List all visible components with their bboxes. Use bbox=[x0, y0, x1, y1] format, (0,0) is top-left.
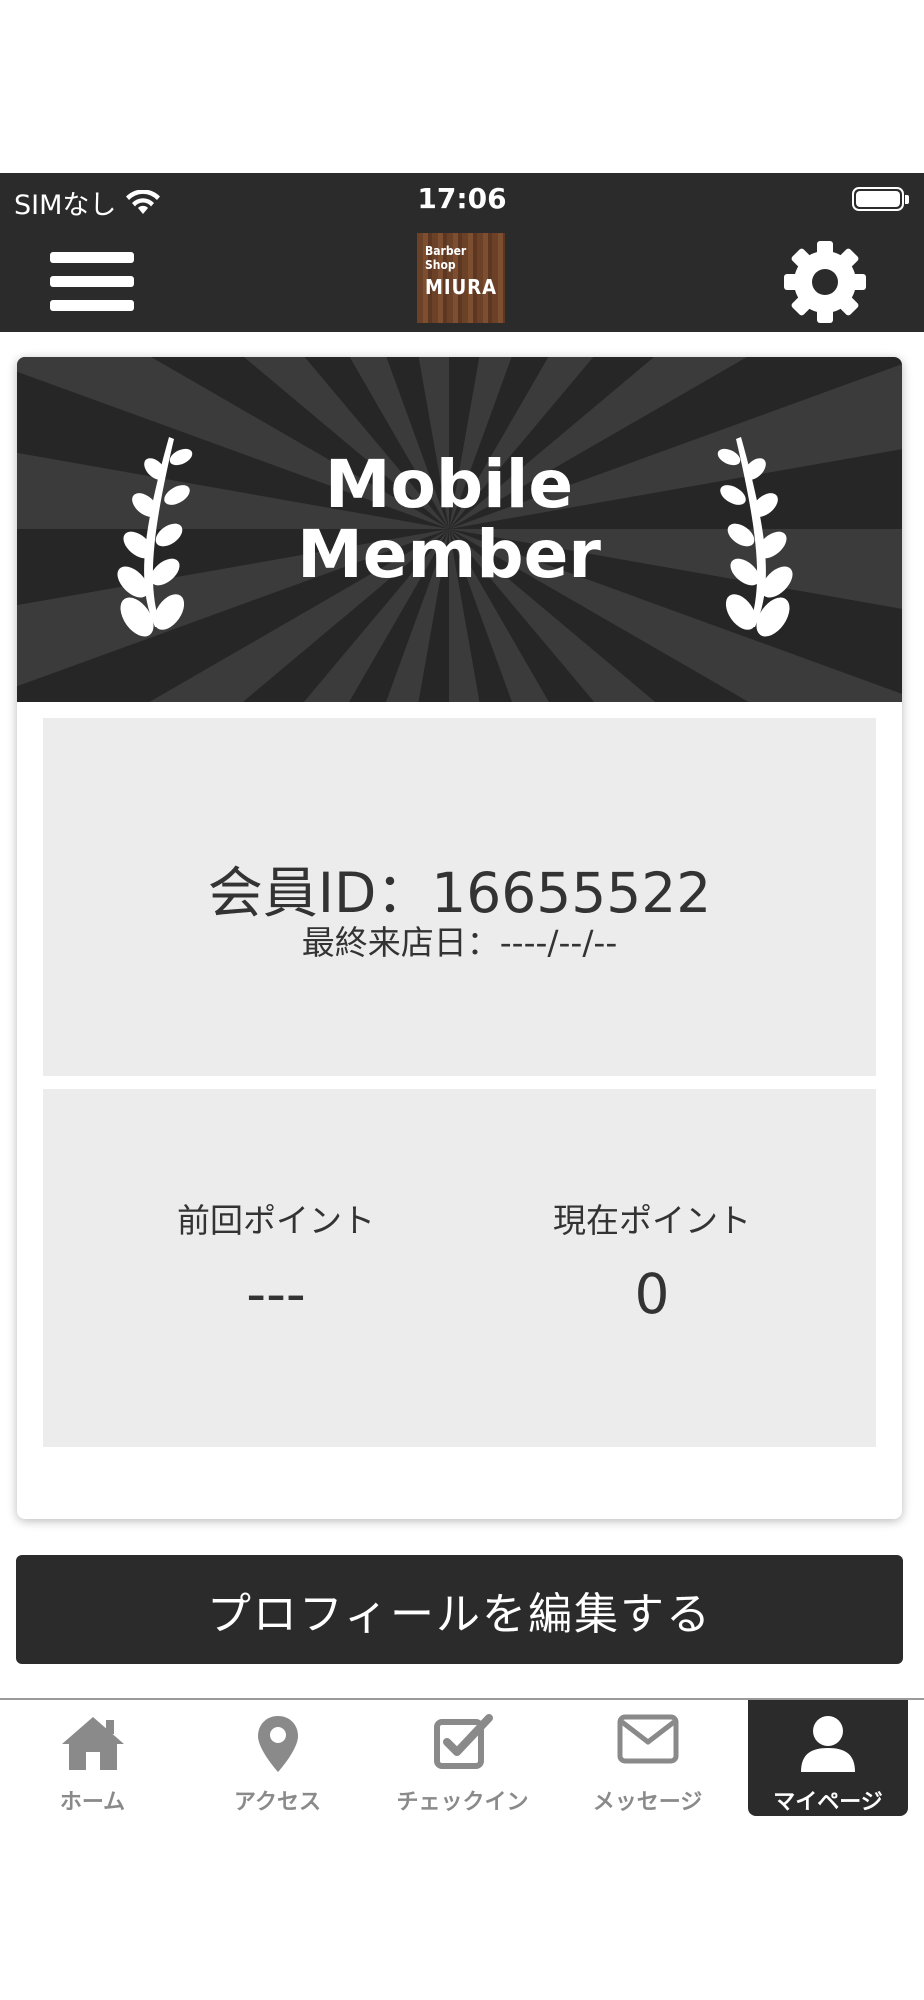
envelope-icon bbox=[617, 1714, 678, 1764]
checkbox-icon bbox=[433, 1714, 493, 1769]
tab-mypage[interactable]: マイページ bbox=[748, 1700, 908, 1816]
sunburst-background: Mobile Member bbox=[17, 357, 902, 702]
current-points-label: 現在ポイント bbox=[553, 1201, 751, 1240]
bottom-tab-bar: ホーム アクセス チェックイン メッセージ マイページ bbox=[0, 1698, 924, 1820]
current-points-value: 0 bbox=[634, 1262, 670, 1326]
tab-message-label: メッセージ bbox=[592, 1790, 703, 1815]
shop-logo: Barber Shop MIURA bbox=[417, 233, 505, 323]
logo-line-2: Shop bbox=[425, 258, 456, 272]
previous-points: 前回ポイント --- bbox=[126, 1194, 426, 1326]
status-time: 17:06 bbox=[417, 182, 507, 215]
home-icon bbox=[61, 1717, 124, 1770]
last-visit-date: 最終来店日：----/--/-- bbox=[301, 923, 618, 962]
tab-access-label: アクセス bbox=[234, 1790, 321, 1815]
member-banner: Mobile Member bbox=[17, 357, 902, 702]
previous-points-value: --- bbox=[246, 1262, 306, 1326]
tab-checkin-label: チェックイン bbox=[396, 1790, 529, 1815]
hamburger-menu-icon[interactable] bbox=[50, 243, 134, 319]
banner-title-line-1: Mobile bbox=[325, 446, 573, 523]
tab-checkin[interactable]: チェックイン bbox=[370, 1700, 555, 1816]
tab-home-label: ホーム bbox=[59, 1790, 126, 1815]
tab-home[interactable]: ホーム bbox=[0, 1700, 185, 1816]
battery-icon bbox=[852, 187, 909, 211]
logo-line-1: Barber bbox=[425, 244, 467, 258]
banner-title-line-2: Member bbox=[297, 516, 601, 593]
app-header: Barber Shop MIURA bbox=[0, 231, 924, 332]
logo-line-3: MIURA bbox=[425, 275, 497, 299]
tab-access[interactable]: アクセス bbox=[185, 1700, 370, 1816]
points-panel: 前回ポイント --- 現在ポイント 0 bbox=[43, 1089, 876, 1447]
map-pin-icon bbox=[257, 1716, 298, 1772]
user-icon bbox=[801, 1716, 855, 1772]
tab-message[interactable]: メッセージ bbox=[555, 1700, 740, 1816]
gear-icon[interactable] bbox=[782, 239, 868, 325]
tab-mypage-label: マイページ bbox=[773, 1790, 883, 1815]
member-card: Mobile Member 会員ID：16655522 最終来店日：----/-… bbox=[17, 357, 902, 1519]
status-bar: SIMなし 17:06 bbox=[0, 173, 924, 231]
previous-points-label: 前回ポイント bbox=[177, 1201, 375, 1240]
edit-profile-button[interactable]: プロフィールを編集する bbox=[16, 1555, 903, 1664]
member-id-panel: 会員ID：16655522 最終来店日：----/--/-- bbox=[43, 718, 876, 1076]
current-points: 現在ポイント 0 bbox=[502, 1194, 802, 1326]
